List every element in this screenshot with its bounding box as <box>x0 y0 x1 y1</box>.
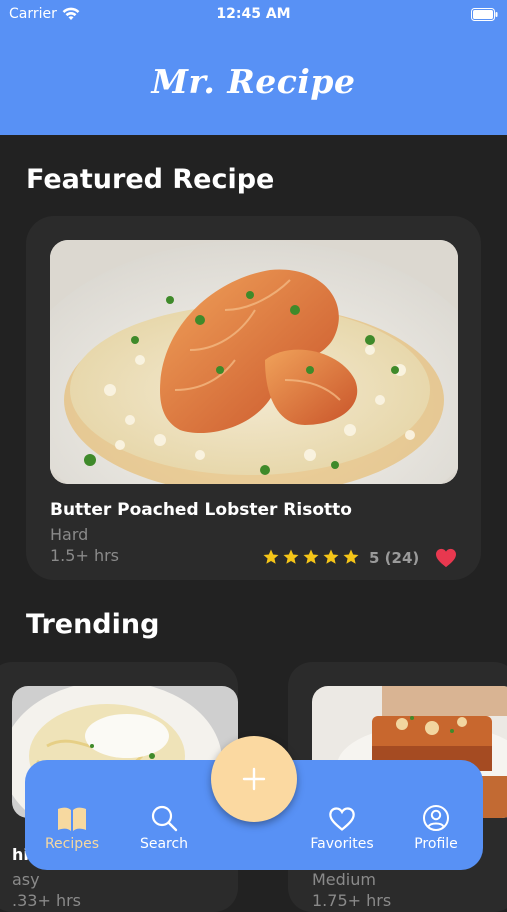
trending-card-time: 1.75+ hrs <box>312 891 392 910</box>
featured-recipe-image <box>50 240 458 484</box>
app-header: Carrier 12:45 AM Mr. Recipe <box>0 0 507 135</box>
tab-profile-label: Profile <box>414 836 458 852</box>
star-icon <box>283 549 299 564</box>
book-icon <box>27 802 117 832</box>
tab-favorites[interactable]: Favorites <box>297 802 387 852</box>
plus-icon <box>242 767 266 791</box>
star-icon <box>323 549 339 564</box>
clock: 12:45 AM <box>216 6 291 22</box>
heart-outline-icon <box>297 802 387 832</box>
featured-recipe-time: 1.5+ hrs <box>50 546 119 565</box>
profile-icon <box>391 802 481 832</box>
rating-stars <box>262 548 360 568</box>
featured-section-title: Featured Recipe <box>26 164 275 195</box>
star-icon <box>303 549 319 564</box>
trending-card-difficulty: asy <box>12 870 40 889</box>
tab-search-label: Search <box>139 836 189 852</box>
favorite-heart-icon[interactable] <box>435 548 457 572</box>
featured-recipe-difficulty: Hard <box>50 525 89 544</box>
trending-card-difficulty: Medium <box>312 870 376 889</box>
tab-recipes[interactable]: Recipes <box>27 802 117 852</box>
tab-profile[interactable]: Profile <box>391 802 481 852</box>
tab-search[interactable]: Search <box>119 802 209 852</box>
battery-icon <box>471 8 498 25</box>
search-icon <box>119 802 209 832</box>
status-bar: Carrier 12:45 AM <box>0 5 507 27</box>
rating-count: 5 (24) <box>369 549 420 567</box>
featured-recipe-name: Butter Poached Lobster Risotto <box>50 500 352 520</box>
star-icon <box>343 549 359 564</box>
app-title: Mr. Recipe <box>151 62 356 101</box>
add-recipe-button[interactable] <box>211 736 297 822</box>
featured-recipe-card[interactable]: Butter Poached Lobster Risotto Hard 1.5+… <box>26 216 481 580</box>
tab-recipes-label: Recipes <box>44 836 100 852</box>
tab-favorites-label: Favorites <box>310 836 374 852</box>
trending-card-time: .33+ hrs <box>12 891 81 910</box>
star-icon <box>263 549 279 564</box>
trending-section-title: Trending <box>26 609 160 640</box>
